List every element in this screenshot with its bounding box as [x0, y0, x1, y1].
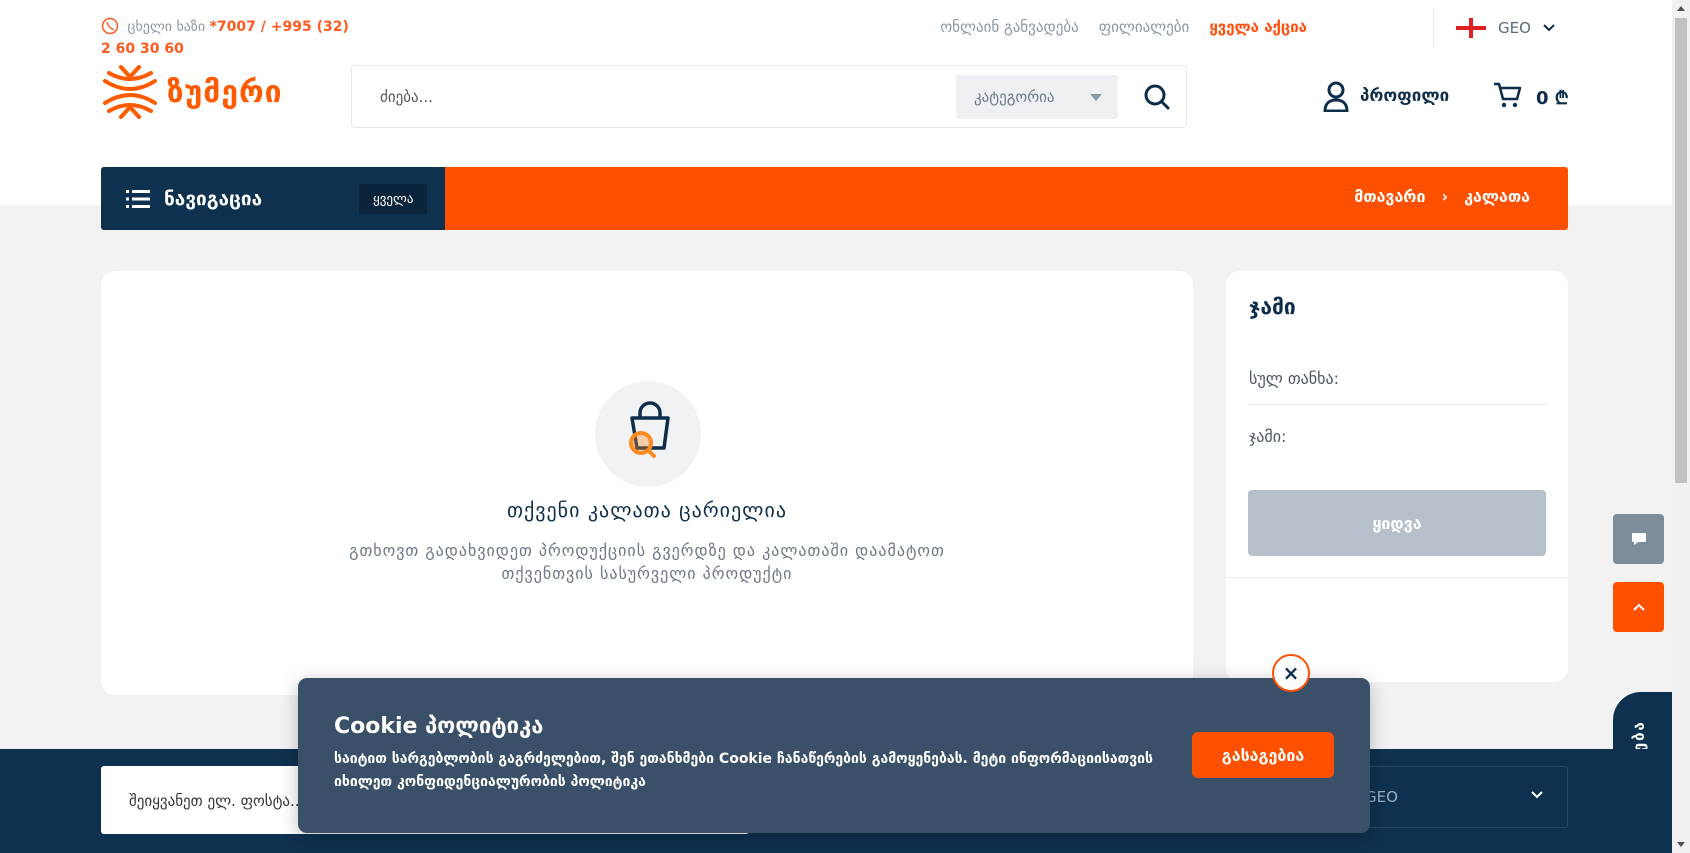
cookie-accept-button[interactable]: გასაგებია — [1192, 732, 1334, 778]
cart-icon — [1494, 82, 1522, 108]
scroll-down-arrow-icon[interactable] — [1677, 842, 1685, 847]
subtotal-row: სულ თანხა: — [1249, 369, 1547, 405]
breadcrumb-separator: › — [1441, 187, 1449, 206]
cart-total: 0 ₾ — [1536, 88, 1569, 109]
total-row: ჯამი: — [1249, 427, 1547, 462]
buy-button[interactable]: ყიდვა — [1248, 490, 1546, 556]
cart-link[interactable]: 0 ₾ — [1492, 80, 1569, 110]
dropdown-arrow-icon — [1090, 94, 1102, 101]
page-scrollbar[interactable] — [1672, 0, 1690, 853]
chevron-down-icon — [1531, 791, 1543, 799]
total-label: ჯამი: — [1249, 427, 1287, 446]
search-input[interactable] — [380, 84, 940, 110]
phone-icon — [101, 17, 119, 35]
scroll-up-arrow-icon[interactable] — [1677, 6, 1685, 11]
scroll-thumb[interactable] — [1675, 18, 1687, 483]
chat-button[interactable] — [1613, 514, 1664, 564]
subtotal-label: სულ თანხა: — [1249, 369, 1340, 388]
shopping-bag-search-icon — [629, 401, 670, 458]
category-select[interactable]: კატეგორია — [956, 75, 1118, 119]
link-online-installment[interactable]: ონლაინ განვადება — [940, 18, 1078, 36]
search-icon[interactable] — [1142, 82, 1172, 112]
list-icon — [126, 189, 150, 208]
summary-divider — [1226, 577, 1568, 578]
empty-cart-title: თქვენი კალათა ცარიელია — [507, 498, 787, 522]
logo-text: ზუმერი — [167, 74, 283, 110]
all-categories-button[interactable]: ყველა — [359, 184, 428, 214]
search-bar: კატეგორია — [351, 65, 1187, 128]
cookie-text: საიტით სარგებლობის გაგრძელებით, შენ ეთან… — [334, 748, 1154, 794]
link-branches[interactable]: ფილიალები — [1099, 18, 1190, 36]
profile-label: პროფილი — [1360, 86, 1450, 106]
cookie-banner: Cookie პოლიტიკა საიტით სარგებლობის გაგრძ… — [298, 678, 1370, 833]
cart-content: თქვენი კალათა ცარიელია გთხოვთ გადახვიდეთ… — [101, 271, 1193, 695]
user-icon — [1323, 81, 1349, 112]
logo[interactable]: ზუმერი — [101, 63, 283, 121]
georgia-flag-icon — [1456, 18, 1486, 38]
summary-title: ჯამი — [1249, 295, 1296, 319]
chat-bubble-icon — [1631, 533, 1646, 545]
cookie-title: Cookie პოლიტიკა — [334, 714, 544, 739]
cookie-close-button[interactable]: × — [1272, 654, 1310, 692]
link-all-promotions[interactable]: ყველა აქცია — [1209, 18, 1307, 36]
empty-cart-description: გთხოვთ გადახვიდეთ პროდუქციის გვერდზე და … — [349, 541, 945, 583]
logo-mark-icon — [103, 65, 157, 119]
chevron-up-icon — [1632, 603, 1645, 611]
empty-cart-illustration — [595, 381, 701, 487]
navigation-menu-toggle[interactable]: ნავიგაცია ყველა — [101, 167, 445, 230]
privacy-policy-link[interactable]: კონფიდენციალურობის პოლიტიკა — [397, 774, 646, 790]
hotline: ცხელი ხაზი *7007 / +995 (32) 2 60 30 60 — [101, 16, 361, 60]
navigation-bar: ნავიგაცია ყველა მთავარი › კალათა — [101, 167, 1568, 230]
order-summary: ჯამი სულ თანხა: ჯამი: ყიდვა — [1226, 271, 1568, 682]
breadcrumb: მთავარი › კალათა — [1354, 187, 1530, 206]
language-selector[interactable]: GEO — [1433, 10, 1555, 46]
hotline-label: ცხელი ხაზი — [127, 19, 206, 35]
top-links: ონლაინ განვადება ფილიალები ყველა აქცია — [940, 18, 1307, 36]
breadcrumb-current: კალათა — [1464, 187, 1530, 206]
chevron-down-icon — [1543, 24, 1555, 32]
category-label: კატეგორია — [974, 88, 1055, 106]
profile-link[interactable]: პროფილი — [1322, 80, 1449, 112]
language-label: GEO — [1498, 19, 1531, 37]
navigation-title: ნავიგაცია — [164, 187, 263, 210]
breadcrumb-home[interactable]: მთავარი — [1354, 187, 1425, 206]
scroll-to-top-button[interactable] — [1613, 582, 1664, 632]
